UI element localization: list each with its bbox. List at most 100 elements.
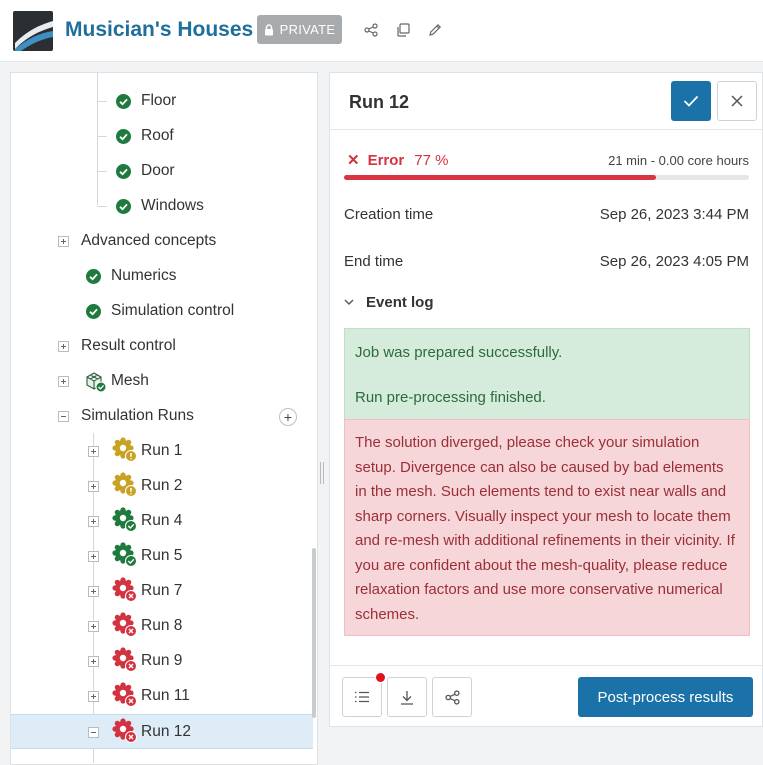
list-icon — [355, 691, 369, 703]
tree-item-label: Simulation Runs — [81, 407, 194, 424]
run-success-gear-icon — [112, 542, 137, 567]
tree-item-windows[interactable]: Windows — [11, 189, 313, 224]
run-detail-panel: Run 12 ✕ Error 77 % 21 min - 0.00 core h… — [329, 72, 763, 727]
run-success-gear-icon — [112, 507, 137, 532]
tree-item-roof[interactable]: Roof — [11, 119, 313, 154]
tree-item-run-9[interactable]: Run 9 — [11, 644, 313, 679]
expand-icon[interactable] — [88, 586, 99, 597]
tree-item-label: Mesh — [111, 372, 149, 389]
run-warning-gear-icon — [112, 472, 137, 497]
tree-item-run-7[interactable]: Run 7 — [11, 574, 313, 609]
check-circle-icon — [116, 164, 131, 179]
log-entry: Job was prepared successfully. — [355, 344, 563, 361]
event-log-toggle[interactable]: Event log — [344, 294, 434, 311]
expand-icon[interactable] — [58, 376, 69, 387]
add-run-button[interactable]: + — [279, 408, 297, 426]
copy-icon[interactable] — [394, 21, 412, 39]
tree-item-label: Roof — [141, 127, 174, 144]
project-title: Musician's Houses — [65, 18, 254, 41]
tree-item-run-11[interactable]: Run 11 — [11, 679, 313, 714]
private-badge: PRIVATE — [257, 15, 342, 44]
close-button[interactable] — [717, 81, 757, 121]
expand-icon[interactable] — [88, 691, 99, 702]
expand-icon[interactable] — [88, 446, 99, 457]
collapse-icon[interactable] — [88, 727, 99, 738]
run-error-gear-icon — [112, 718, 137, 743]
edit-icon[interactable] — [426, 21, 444, 39]
download-button[interactable] — [387, 677, 427, 717]
panel-splitter-handle[interactable] — [320, 462, 326, 484]
tree-scrollbar[interactable] — [312, 548, 316, 718]
status-label: Error — [367, 151, 405, 169]
tree-item-label: Run 8 — [141, 617, 183, 634]
check-circle-icon — [86, 269, 101, 284]
log-success-block: Job was prepared successfully. Run pre-p… — [344, 328, 750, 420]
check-circle-icon — [86, 304, 101, 319]
expand-icon[interactable] — [88, 656, 99, 667]
tree-item-label: Floor — [141, 92, 177, 109]
tree-item-label: Result control — [81, 337, 176, 354]
close-icon — [731, 95, 743, 107]
error-x-icon: ✕ — [347, 152, 360, 169]
end-time-value: Sep 26, 2023 4:05 PM — [599, 253, 749, 270]
download-icon — [401, 690, 413, 705]
expand-icon[interactable] — [88, 516, 99, 527]
footer-divider — [330, 665, 762, 666]
event-log-label: Event log — [366, 294, 434, 311]
share-icon[interactable] — [362, 21, 380, 39]
post-process-results-button[interactable]: Post-process results — [578, 677, 753, 717]
tree-item-label: Run 4 — [141, 512, 183, 529]
collapse-icon[interactable] — [58, 411, 69, 422]
run-status: ✕ Error 77 % — [347, 151, 449, 170]
run-warning-gear-icon — [112, 437, 137, 462]
expand-icon[interactable] — [88, 481, 99, 492]
tree-item-label: Simulation control — [111, 302, 235, 319]
tree-item-door[interactable]: Door — [11, 154, 313, 189]
run-title: Run 12 — [349, 92, 410, 112]
confirm-button[interactable] — [671, 81, 711, 121]
expand-icon[interactable] — [88, 621, 99, 632]
tree-item-run-4[interactable]: Run 4 — [11, 504, 313, 539]
progress-bar-fill — [344, 175, 656, 180]
log-list-button[interactable] — [342, 677, 382, 717]
notification-dot — [375, 672, 386, 683]
check-circle-icon — [116, 199, 131, 214]
check-circle-icon — [116, 129, 131, 144]
app-logo[interactable] — [13, 11, 53, 51]
top-bar: Musician's Houses PRIVATE — [0, 0, 763, 62]
tree-item-label: Advanced concepts — [81, 232, 217, 249]
tree-item-label: Run 9 — [141, 652, 183, 669]
expand-icon[interactable] — [58, 341, 69, 352]
private-label: PRIVATE — [279, 22, 336, 37]
tree-item-run-2[interactable]: Run 2 — [11, 469, 313, 504]
creation-time-value: Sep 26, 2023 3:44 PM — [599, 206, 749, 223]
tree-item-label: Run 1 — [141, 442, 183, 459]
log-entry: Run pre-processing finished. — [355, 389, 546, 406]
progress-bar — [344, 175, 749, 180]
tree-item-label: Run 11 — [141, 687, 190, 704]
tree-item-run-5[interactable]: Run 5 — [11, 539, 313, 574]
tree-item-label: Numerics — [111, 267, 177, 284]
tree-item-label: Run 5 — [141, 547, 183, 564]
tree-item-run-8[interactable]: Run 8 — [11, 609, 313, 644]
expand-icon[interactable] — [58, 236, 69, 247]
tree-item-run-12[interactable]: Run 12 — [11, 714, 313, 749]
simulation-tree[interactable]: Floor Roof Door Windows Advanced concepts Num… — [10, 72, 318, 765]
progress-percent: 77 % — [414, 151, 449, 169]
tree-item-mesh[interactable]: Mesh — [11, 364, 313, 399]
tree-item-label: Run 2 — [141, 477, 183, 494]
expand-icon[interactable] — [88, 551, 99, 562]
run-error-gear-icon — [112, 647, 137, 672]
tree-item-run-1[interactable]: Run 1 — [11, 434, 313, 469]
check-circle-icon — [116, 94, 131, 109]
tree-item-simulation-control[interactable]: Simulation control — [11, 294, 313, 329]
checkmark-icon — [683, 95, 699, 107]
creation-time-label: Creation time — [344, 206, 434, 223]
tree-item-numerics[interactable]: Numerics — [11, 259, 313, 294]
tree-item-floor[interactable]: Floor — [11, 84, 313, 119]
run-error-gear-icon — [112, 682, 137, 707]
share-run-button[interactable] — [432, 677, 472, 717]
tree-item-result-control[interactable]: Result control — [11, 329, 313, 364]
tree-item-simulation-runs[interactable]: Simulation Runs — [11, 399, 313, 434]
tree-item-advanced-concepts[interactable]: Advanced concepts — [11, 224, 313, 259]
